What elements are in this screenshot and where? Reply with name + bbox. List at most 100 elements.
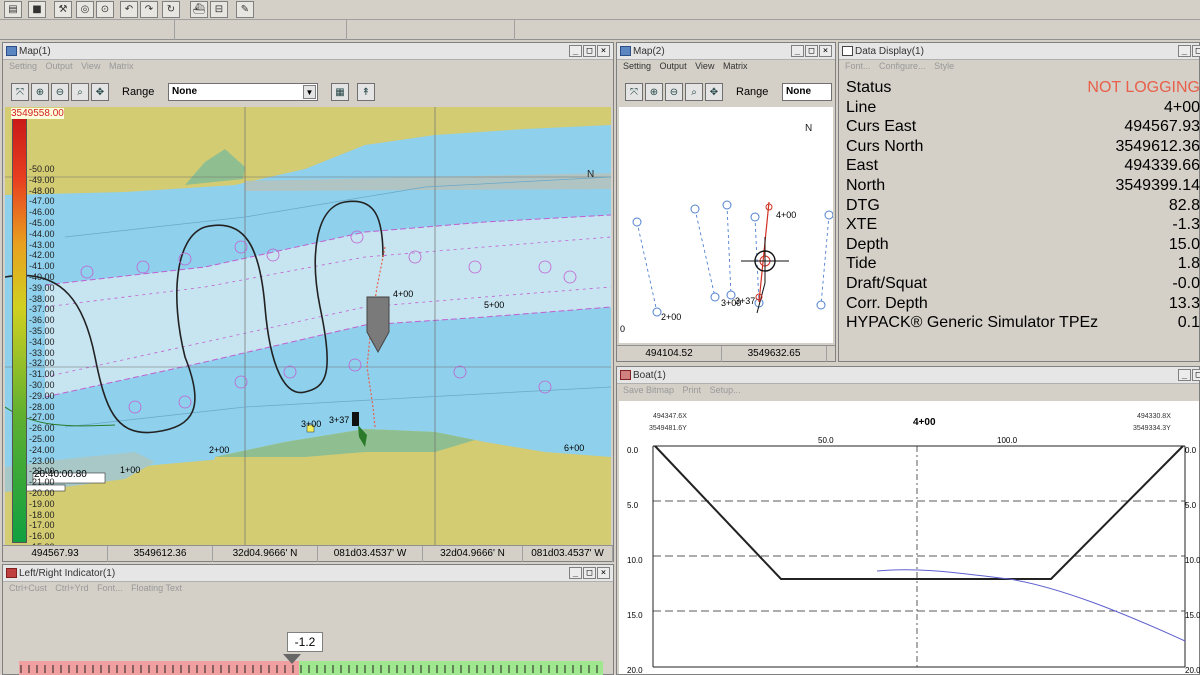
menu-print[interactable]: Print — [683, 385, 702, 395]
menu-ctrl-cust[interactable]: Ctrl+Cust — [9, 583, 47, 593]
line-label-1: 1+00 — [120, 465, 141, 475]
minimize-button[interactable]: _ — [1178, 45, 1191, 57]
undo-icon[interactable]: ↶ — [120, 1, 138, 18]
zoom-extents-icon[interactable]: ⤧ — [625, 83, 643, 101]
depth-scale-label: -24.00 — [29, 444, 55, 455]
tool-icon[interactable]: ⚒ — [54, 1, 72, 18]
data-row-label: Status — [846, 79, 892, 96]
depth-scale-label: -34.00 — [29, 336, 55, 347]
boat-profile-canvas — [619, 401, 1199, 674]
chart-icon[interactable]: ⊟ — [210, 1, 228, 18]
data-row-label: Depth — [846, 235, 889, 253]
zoom-out-icon[interactable]: ⊖ — [51, 83, 69, 101]
maximize-button[interactable]: □ — [583, 567, 596, 579]
m2-line-label-4: 4+00 — [776, 210, 797, 220]
y-tick-label: 20.0 — [627, 666, 643, 675]
dd-menubar: Font... Configure... Style — [839, 60, 1199, 74]
depth-color-scale — [12, 115, 27, 543]
menu-setting[interactable]: Setting — [623, 61, 651, 71]
data-row: Line 4+00 — [846, 99, 1200, 118]
menu-matrix[interactable]: Matrix — [723, 61, 748, 71]
refresh-icon[interactable]: ↻ — [162, 1, 180, 18]
maximize-button[interactable]: □ — [583, 45, 596, 57]
maximize-button[interactable]: □ — [805, 45, 818, 57]
minimize-button[interactable]: _ — [791, 45, 804, 57]
m2-line-label-2: 2+00 — [661, 312, 682, 322]
menu-ctrl-yrd[interactable]: Ctrl+Yrd — [55, 583, 88, 593]
layers-tool-icon[interactable]: ▦ — [331, 83, 349, 101]
range-select[interactable]: None — [782, 83, 832, 101]
menu-view[interactable]: View — [695, 61, 714, 71]
target-icon[interactable]: ◎ — [76, 1, 94, 18]
depth-scale-label: -35.00 — [29, 326, 55, 336]
menu-matrix[interactable]: Matrix — [109, 61, 134, 71]
chevron-down-icon[interactable]: ▼ — [303, 85, 316, 99]
zoom-out-icon[interactable]: ⊖ — [665, 83, 683, 101]
close-button[interactable]: × — [597, 45, 610, 57]
data-row-value: NOT LOGGING — [1087, 79, 1200, 96]
menu-floating-text[interactable]: Floating Text — [131, 583, 182, 593]
y-tick-label: 20.0 — [1185, 666, 1200, 675]
minimize-button[interactable]: _ — [569, 45, 582, 57]
depth-scale-label: -19.00 — [29, 498, 55, 509]
record-icon[interactable]: ⊙ — [96, 1, 114, 18]
status-easting: 494567.93 — [3, 546, 108, 562]
zoom-window-icon[interactable]: ⌕ — [71, 83, 89, 101]
menu-style[interactable]: Style — [934, 61, 954, 71]
data-row: Draft/Squat -0.0 — [846, 275, 1200, 294]
map1-window: Map(1) _ □ × Setting Output View Matrix … — [2, 42, 614, 574]
layers-icon[interactable]: ■ — [28, 1, 46, 18]
table-icon — [842, 46, 853, 56]
redo-icon[interactable]: ↷ — [140, 1, 158, 18]
open-icon[interactable]: ▤ — [4, 1, 22, 18]
depth-scale-label: -38.00 — [29, 293, 55, 304]
depth-scale-label: -23.00 — [29, 455, 55, 466]
data-row-value: -0.0 — [1172, 275, 1200, 292]
close-button[interactable]: × — [597, 567, 610, 579]
status-lat: 32d04.9666' N — [213, 546, 318, 562]
close-button[interactable]: × — [819, 45, 832, 57]
zoom-in-icon[interactable]: ⊕ — [645, 83, 663, 101]
map2-toolbar: ⤧ ⊕ ⊖ ⌕ ✥ Range None — [617, 80, 835, 104]
maximize-button[interactable]: □ — [1192, 369, 1200, 381]
data-row-label: Line — [846, 98, 877, 116]
depth-scale-label: -27.00 — [29, 412, 55, 423]
menu-save-bitmap[interactable]: Save Bitmap — [623, 385, 674, 395]
y-tick-label: 10.0 — [627, 556, 643, 565]
y-tick-label: 15.0 — [1185, 611, 1200, 620]
zoom-extents-icon[interactable]: ⤧ — [11, 83, 29, 101]
minimize-button[interactable]: _ — [1178, 369, 1191, 381]
menu-setup[interactable]: Setup... — [710, 385, 741, 395]
boat-icon[interactable]: ⛴ — [190, 1, 208, 18]
status-northing: 3549612.36 — [108, 546, 213, 562]
line-label-5: 5+00 — [484, 300, 505, 310]
zoom-in-icon[interactable]: ⊕ — [31, 83, 49, 101]
data-row-value: -1.3 — [1172, 216, 1200, 234]
menu-output[interactable]: Output — [660, 61, 687, 71]
menu-output[interactable]: Output — [46, 61, 73, 71]
y-tick-label: 5.0 — [627, 501, 639, 510]
data-row: Corr. Depth 13.3 — [846, 295, 1200, 314]
pan-icon[interactable]: ✥ — [91, 83, 109, 101]
north-tool-icon[interactable]: ↟ — [357, 83, 375, 101]
depth-scale-label: -21.00 — [29, 477, 55, 488]
map1-statusbar: 494567.93 3549612.36 32d04.9666' N 081d0… — [3, 545, 613, 562]
depth-scale-label: -41.00 — [29, 261, 55, 272]
menu-font[interactable]: Font... — [97, 583, 123, 593]
menu-font[interactable]: Font... — [845, 61, 871, 71]
data-row-value: 3549399.14 — [1115, 177, 1200, 194]
map1-canvas[interactable] — [5, 107, 611, 545]
depth-scale-label: -20.00 — [29, 488, 55, 498]
zoom-window-icon[interactable]: ⌕ — [685, 83, 703, 101]
draw-icon[interactable]: ✎ — [236, 1, 254, 18]
minimize-button[interactable]: _ — [569, 567, 582, 579]
boat-window: Boat(1) _ □ Save Bitmap Print Setup... 4… — [616, 366, 1200, 675]
range-select[interactable]: None ▼ — [168, 83, 318, 101]
menu-setting[interactable]: Setting — [9, 61, 37, 71]
lr-indicator-window: Left/Right Indicator(1) _ □ × Ctrl+Cust … — [2, 564, 614, 675]
pan-icon[interactable]: ✥ — [705, 83, 723, 101]
maximize-button[interactable]: □ — [1192, 45, 1200, 57]
data-row-value: 4+00 — [1163, 98, 1200, 116]
menu-configure[interactable]: Configure... — [879, 61, 926, 71]
menu-view[interactable]: View — [81, 61, 100, 71]
